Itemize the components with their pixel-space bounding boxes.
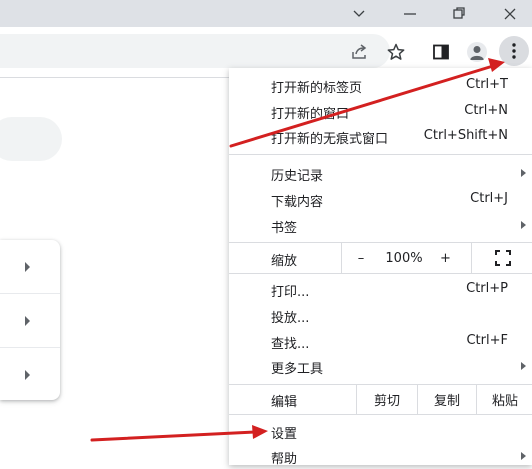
arrow-to-menu-button bbox=[229, 58, 505, 148]
arrow-to-settings bbox=[90, 425, 268, 442]
annotation-arrows bbox=[90, 58, 505, 442]
